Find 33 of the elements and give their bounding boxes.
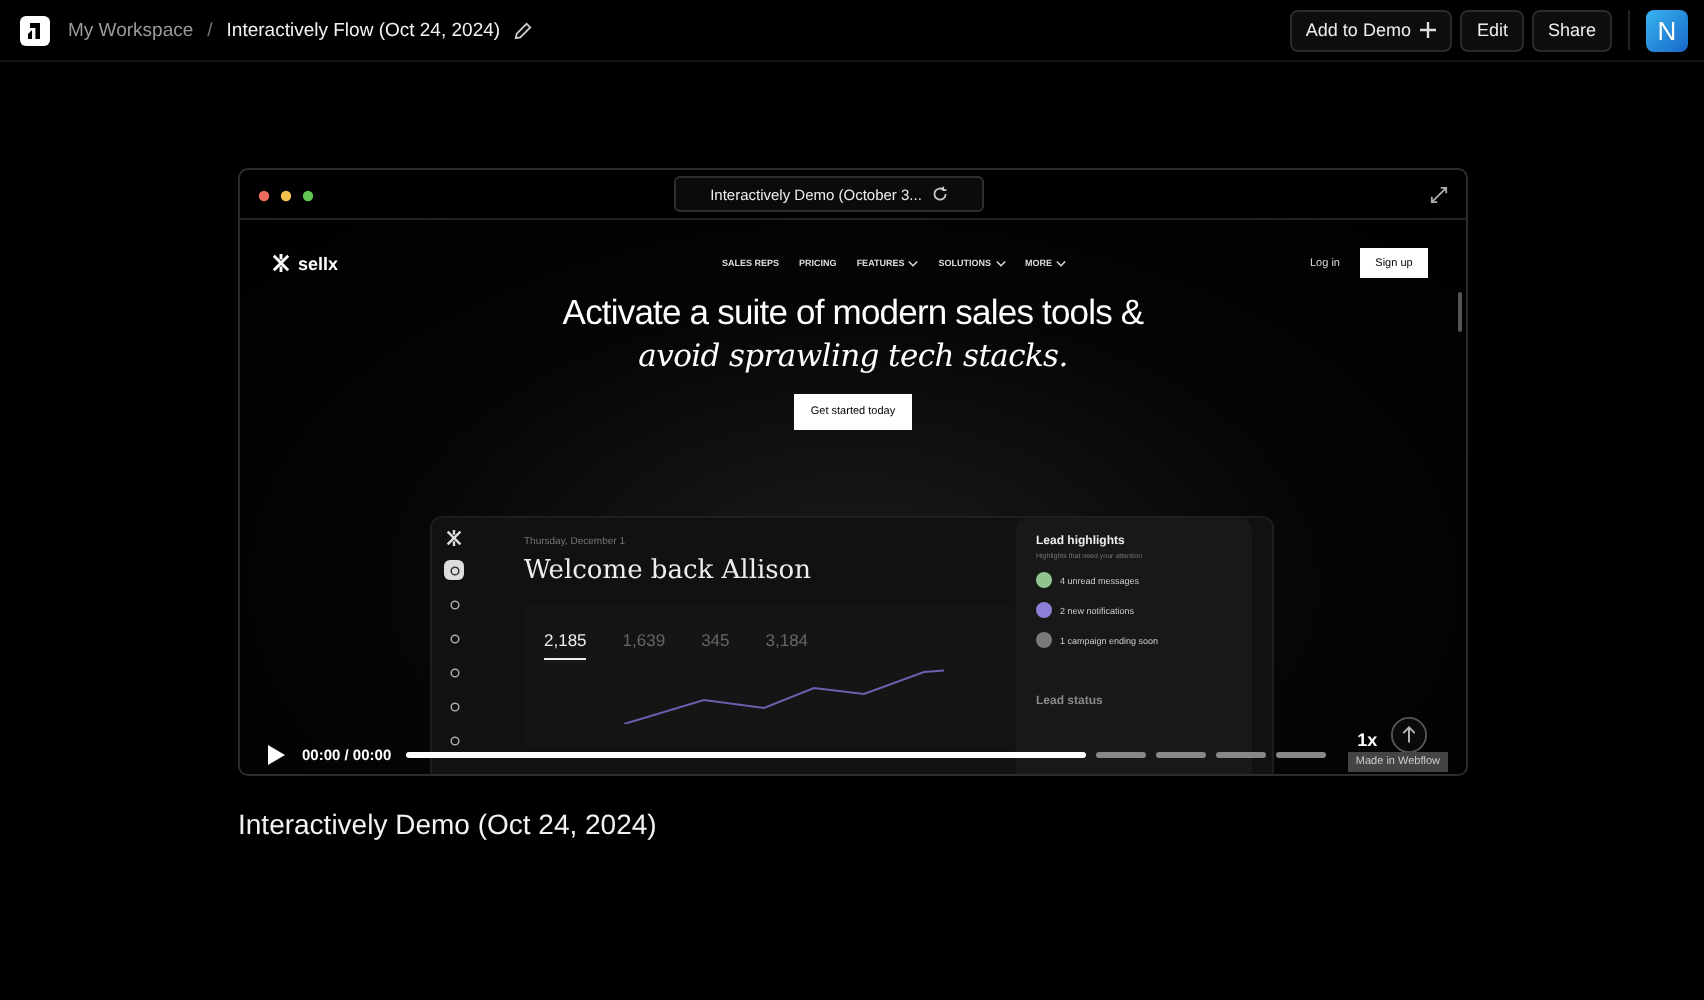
progress-segment[interactable]	[1155, 752, 1206, 758]
brand-logo-icon	[446, 530, 462, 546]
window-controls-icon	[258, 190, 314, 202]
sidebar-nav-icon[interactable]	[444, 628, 464, 648]
progress-segment[interactable]	[1215, 752, 1266, 758]
avatar[interactable]: N	[1646, 9, 1688, 51]
toolbar-button[interactable]: Add to Demo	[1289, 9, 1453, 51]
sidebar-nav-icon[interactable]	[444, 594, 464, 614]
expand-icon[interactable]	[1430, 185, 1448, 203]
toolbar-button[interactable]: Edit	[1460, 9, 1524, 51]
sidebar-nav-icon[interactable]	[444, 696, 464, 716]
welcome-heading: Welcome back Allison	[524, 556, 814, 586]
breadcrumb-link[interactable]: Interactively Flow (Oct 24, 2024)	[226, 19, 501, 41]
scroll-up-button-icon[interactable]	[1390, 716, 1428, 754]
progress-segment[interactable]	[1095, 752, 1146, 758]
brand-name: sellx	[298, 253, 339, 273]
hero-headline: Activate a suite of modern sales tools &	[562, 290, 1144, 334]
brand-logo-icon	[272, 254, 290, 272]
progress-segment[interactable]	[1275, 752, 1326, 758]
stat-value[interactable]: 2,185	[544, 630, 587, 660]
play-icon[interactable]	[266, 744, 286, 766]
breadcrumb-separator: /	[207, 19, 213, 41]
app-logo-icon[interactable]	[20, 15, 50, 45]
speed-button[interactable]: 1x	[1357, 729, 1378, 749]
pencil-icon[interactable]	[514, 21, 533, 39]
hero-subheadline: avoid sprawling tech stacks.	[638, 336, 1068, 378]
sidebar-nav-icon[interactable]	[444, 662, 464, 682]
toolbar-button[interactable]: Share	[1531, 9, 1612, 51]
sidebar-nav-icon[interactable]	[444, 560, 464, 580]
breadcrumb-link[interactable]: My Workspace	[68, 19, 194, 41]
demo-title: Interactively Demo (Oct 24, 2024)	[238, 808, 659, 840]
reload-icon[interactable]	[931, 186, 948, 202]
sidebar-nav-icon[interactable]	[444, 730, 464, 750]
